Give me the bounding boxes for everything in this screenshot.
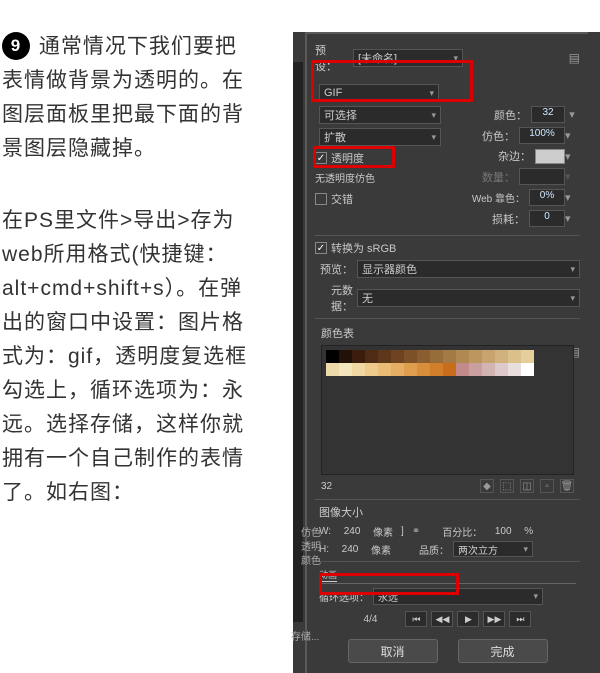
image-size-section: 图像大小 W: 240 像素 ] ⚭ 百分比： 100 % H: 240 像素 … (319, 504, 576, 557)
color-count: 32 (321, 481, 332, 492)
colors-label: 颜色： (457, 107, 531, 123)
interlaced-checkbox[interactable] (315, 193, 327, 205)
lossy-label: 损耗： (457, 211, 529, 227)
amount-input (519, 168, 565, 185)
last-frame-button[interactable]: ⏭ (509, 611, 531, 627)
interlaced-label: 交错 (331, 191, 353, 207)
color-table-grid[interactable] (321, 345, 574, 475)
highlight-loop (319, 573, 459, 595)
cancel-button[interactable]: 取消 (348, 639, 438, 663)
dither-amt-input[interactable]: 100% (519, 127, 565, 144)
color-table-title: 颜色表 (321, 325, 574, 341)
quality-select[interactable]: 两次立方▾ (453, 541, 533, 557)
prev-frame-button[interactable]: ◀◀ (431, 611, 453, 627)
first-frame-button[interactable]: ⏮ (405, 611, 427, 627)
quality-label: 品质： (419, 542, 449, 557)
preview-select[interactable]: 显示器颜色▾ (357, 260, 580, 278)
percent-input[interactable]: 100 (486, 526, 520, 537)
colors-input[interactable]: 32 (531, 106, 565, 123)
paragraph-2: 在PS里文件>导出>存为web所用格式(快捷键：alt+cmd+shift+s）… (2, 204, 257, 510)
save-for-web-panel: 预设： [未命名]▾ ▤ GIF▾ 可选择▾ 扩散▾ ✓透明度 无透明度仿色 交… (293, 32, 600, 673)
height-input[interactable]: 240 (333, 544, 367, 555)
amount-label: 数量： (457, 169, 519, 185)
width-unit: 像素 (373, 524, 393, 539)
matte-swatch[interactable] (535, 149, 565, 164)
srgb-label: 转换为 sRGB (331, 240, 396, 256)
lossy-input[interactable]: 0 (529, 210, 565, 227)
storage-hint[interactable]: 存储... (291, 628, 319, 643)
metadata-label: 元数据： (315, 282, 357, 314)
highlight-format (311, 60, 473, 102)
instruction-text: 9 通常情况下我们要把表情做背景为透明的。在图层面板里把最下面的背景图层隐藏掉。… (2, 30, 257, 510)
menu-icon[interactable]: ▤ (569, 51, 580, 65)
new-icon[interactable]: ▫ (540, 479, 554, 493)
percent-label: 百分比： (442, 524, 482, 539)
play-button[interactable]: ▶ (457, 611, 479, 627)
reduction-select[interactable]: 可选择▾ (319, 106, 441, 124)
matte-label: 杂边： (457, 148, 535, 164)
percent-unit: % (524, 526, 533, 537)
width-input[interactable]: 240 (335, 526, 369, 537)
lock-icon[interactable]: ⬚ (500, 479, 514, 493)
metadata-select[interactable]: 无▾ (357, 289, 580, 307)
srgb-checkbox[interactable]: ✓ (315, 242, 327, 254)
warning-icon[interactable]: ◆ (480, 479, 494, 493)
trash-icon[interactable]: 🗑 (560, 479, 574, 493)
image-size-title: 图像大小 (319, 504, 576, 520)
next-frame-button[interactable]: ▶▶ (483, 611, 505, 627)
websnap-label: Web 靠色： (457, 190, 529, 205)
side-label-c: 颜色 (293, 552, 321, 567)
dither-select[interactable]: 扩散▾ (319, 128, 441, 146)
paragraph-1: 通常情况下我们要把表情做背景为透明的。在图层面板里把最下面的背景图层隐藏掉。 (2, 35, 244, 160)
step-badge: 9 (2, 32, 30, 60)
height-unit: 像素 (371, 542, 391, 557)
dither-amt-label: 仿色： (457, 128, 519, 144)
map-icon[interactable]: ◫ (520, 479, 534, 493)
animation-section: 动画 循环选项： 永远▾ 4/4 ⏮ ◀◀ ▶ ▶▶ ⏭ (319, 568, 576, 627)
matte-dither-label: 无透明度仿色 (315, 170, 375, 185)
side-label-b: 透明 (293, 538, 321, 553)
done-button[interactable]: 完成 (458, 639, 548, 663)
side-label-a: 仿色 (293, 524, 321, 539)
websnap-input[interactable]: 0% (529, 189, 565, 206)
frame-position: 4/4 (364, 614, 378, 625)
preview-label: 预览： (315, 261, 357, 277)
color-table-section: 颜色表 ▤ 32 ◆ ⬚ ◫ ▫ 🗑 (321, 325, 574, 493)
highlight-transparency (313, 146, 395, 168)
